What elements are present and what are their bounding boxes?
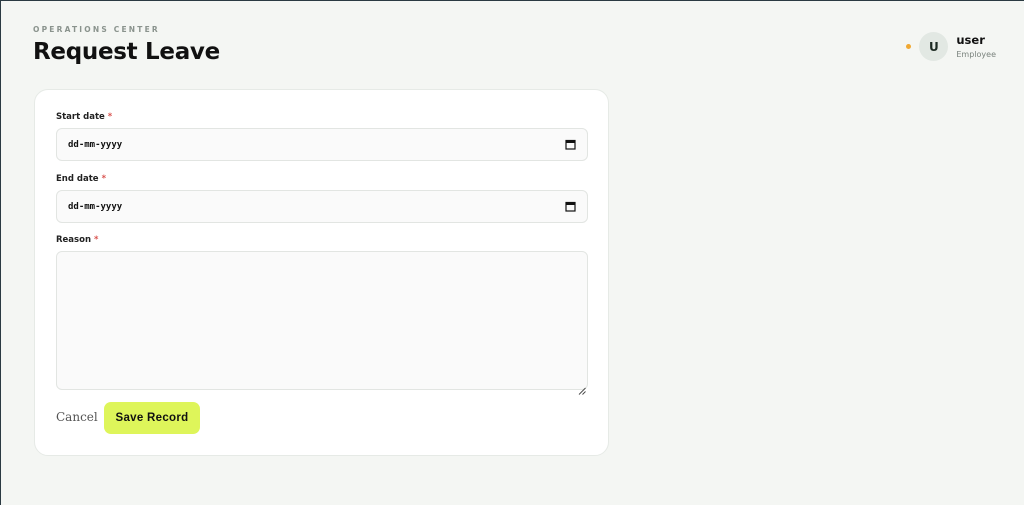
start-date-value: dd-mm-yyyy [68, 139, 123, 150]
cancel-button[interactable]: Cancel [56, 410, 98, 424]
end-date-value: dd-mm-yyyy [68, 201, 123, 212]
save-record-button[interactable]: Save Record [104, 402, 200, 434]
start-date-label: Start date * [56, 112, 112, 122]
status-indicator [906, 44, 912, 49]
page-title: Request Leave [33, 39, 220, 65]
end-date-label: End date * [56, 174, 106, 184]
end-date-input[interactable]: dd-mm-yyyy [56, 190, 588, 223]
reason-label: Reason * [56, 235, 98, 245]
end-date-label-text: End date [56, 174, 99, 184]
resize-handle-icon[interactable] [578, 380, 586, 395]
section-eyebrow: OPERATIONS CENTER [33, 25, 160, 34]
start-date-input[interactable]: dd-mm-yyyy [56, 128, 588, 161]
required-mark: * [94, 235, 99, 245]
reason-label-text: Reason [56, 235, 91, 245]
calendar-icon[interactable] [563, 200, 577, 214]
start-date-label-text: Start date [56, 112, 105, 122]
user-menu[interactable]: U user Employee [906, 32, 996, 61]
required-mark: * [101, 174, 107, 184]
user-info: user Employee [956, 33, 996, 61]
required-mark: * [107, 112, 113, 122]
avatar[interactable]: U [919, 32, 949, 61]
leave-request-form: Start date * dd-mm-yyyy End date * dd-mm-y… [34, 89, 609, 456]
reason-textarea[interactable] [56, 251, 588, 390]
user-role: Employee [956, 49, 996, 59]
user-name: user [956, 32, 985, 47]
calendar-icon[interactable] [563, 138, 577, 152]
